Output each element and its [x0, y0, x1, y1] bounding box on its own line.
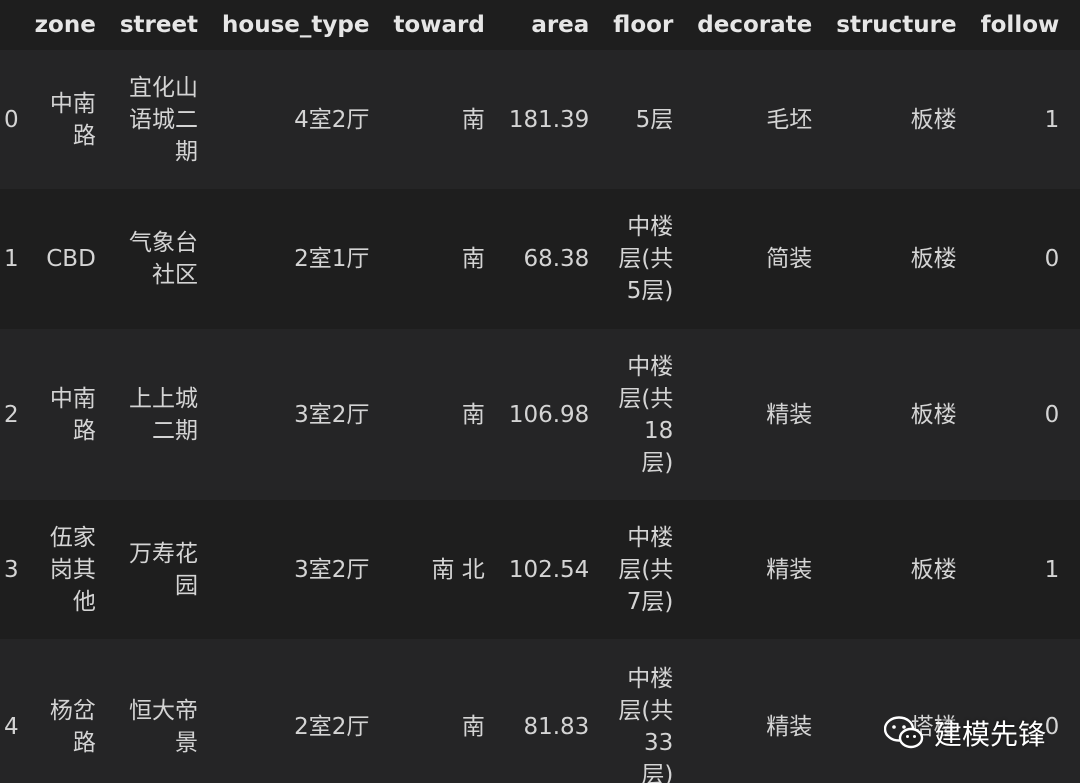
cell-floor: 中楼层(共18层) — [601, 329, 686, 500]
cell-follow: 1 — [968, 500, 1072, 639]
cell-structure: 塔楼 — [824, 639, 969, 783]
row-index: 3 — [0, 500, 23, 639]
cell-house-type: 4室2厅 — [210, 50, 382, 189]
cell-street: 气象台社区 — [107, 189, 211, 329]
header-area: area — [496, 0, 602, 50]
cell-street: 宜化山语城二期 — [107, 50, 211, 189]
row-index: 1 — [0, 189, 23, 329]
cell-area: 102.54 — [496, 500, 602, 639]
wechat-icon — [883, 716, 924, 750]
cell-toward: 南 北 — [381, 500, 497, 639]
cell-decorate: 精装 — [685, 329, 825, 500]
table-row: 4 杨岔路 恒大帝景 2室2厅 南 81.83 中楼层(共33层) 精装 塔楼 … — [0, 639, 1080, 783]
cell-zone: CBD — [22, 189, 108, 329]
cell-price: 8044 — [1071, 189, 1080, 329]
cell-toward: 南 — [381, 639, 497, 783]
cell-decorate: 精装 — [685, 639, 825, 783]
row-index: 4 — [0, 639, 23, 783]
header-structure: structure — [824, 0, 969, 50]
cell-house-type: 2室1厅 — [210, 189, 382, 329]
cell-follow: 0 — [968, 189, 1072, 329]
cell-decorate: 精装 — [685, 500, 825, 639]
cell-toward: 南 — [381, 50, 497, 189]
cell-area: 81.83 — [496, 639, 602, 783]
cell-decorate: 毛坯 — [685, 50, 825, 189]
cell-house-type: 3室2厅 — [210, 329, 382, 500]
watermark-text: 建模先锋 — [933, 718, 1046, 751]
cell-decorate: 简装 — [685, 189, 825, 329]
header-price: price — [1071, 0, 1080, 50]
cell-street: 恒大帝景 — [107, 639, 211, 783]
row-index: 0 — [0, 50, 23, 189]
cell-street: 万寿花园 — [107, 500, 211, 639]
header-toward: toward — [381, 0, 497, 50]
watermark: 建模先锋 — [883, 713, 1046, 753]
cell-price: 7120 — [1071, 500, 1080, 639]
cell-follow: 0 — [968, 639, 1072, 783]
cell-floor: 5层 — [601, 50, 686, 189]
cell-floor: 中楼层(共7层) — [601, 500, 686, 639]
cell-toward: 南 — [381, 329, 497, 500]
table-row: 2 中南路 上上城二期 3室2厅 南 106.98 中楼层(共18层) 精装 板… — [0, 329, 1080, 500]
cell-house-type: 2室2厅 — [210, 639, 382, 783]
cell-zone: 中南路 — [22, 50, 108, 189]
cell-area: 106.98 — [496, 329, 602, 500]
cell-zone: 中南路 — [22, 329, 108, 500]
cell-floor: 中楼层(共33层) — [601, 639, 686, 783]
header-decorate: decorate — [685, 0, 825, 50]
cell-area: 68.38 — [496, 189, 602, 329]
header-index — [0, 0, 23, 50]
cell-zone: 伍家岗其他 — [22, 500, 108, 639]
cell-zone: 杨岔路 — [22, 639, 108, 783]
table-row: 0 中南路 宜化山语城二期 4室2厅 南 181.39 5层 毛坯 板楼 1 9… — [0, 50, 1080, 189]
cell-follow: 1 — [968, 50, 1072, 189]
header-street: street — [107, 0, 211, 50]
dataframe-view: zone street house_type toward area floor… — [0, 0, 1080, 783]
table-row: 3 伍家岗其他 万寿花园 3室2厅 南 北 102.54 中楼层(共7层) 精装… — [0, 500, 1080, 639]
header-follow: follow — [968, 0, 1072, 50]
cell-area: 181.39 — [496, 50, 602, 189]
cell-structure: 板楼 — [824, 329, 969, 500]
cell-floor: 中楼层(共5层) — [601, 189, 686, 329]
cell-structure: 板楼 — [824, 189, 969, 329]
cell-price: 10844 — [1071, 329, 1080, 500]
dataframe-table: zone street house_type toward area floor… — [0, 0, 1080, 783]
cell-price: 9709 — [1071, 639, 1080, 783]
cell-toward: 南 — [381, 189, 497, 329]
row-index: 2 — [0, 329, 23, 500]
cell-follow: 0 — [968, 329, 1072, 500]
table-row: 1 CBD 气象台社区 2室1厅 南 68.38 中楼层(共5层) 简装 板楼 … — [0, 189, 1080, 329]
header-row: zone street house_type toward area floor… — [0, 0, 1080, 50]
header-floor: floor — [601, 0, 686, 50]
cell-street: 上上城二期 — [107, 329, 211, 500]
cell-structure: 板楼 — [824, 50, 969, 189]
header-house-type: house_type — [210, 0, 382, 50]
header-zone: zone — [22, 0, 108, 50]
cell-price: 9648 — [1071, 50, 1080, 189]
cell-house-type: 3室2厅 — [210, 500, 382, 639]
cell-structure: 板楼 — [824, 500, 969, 639]
